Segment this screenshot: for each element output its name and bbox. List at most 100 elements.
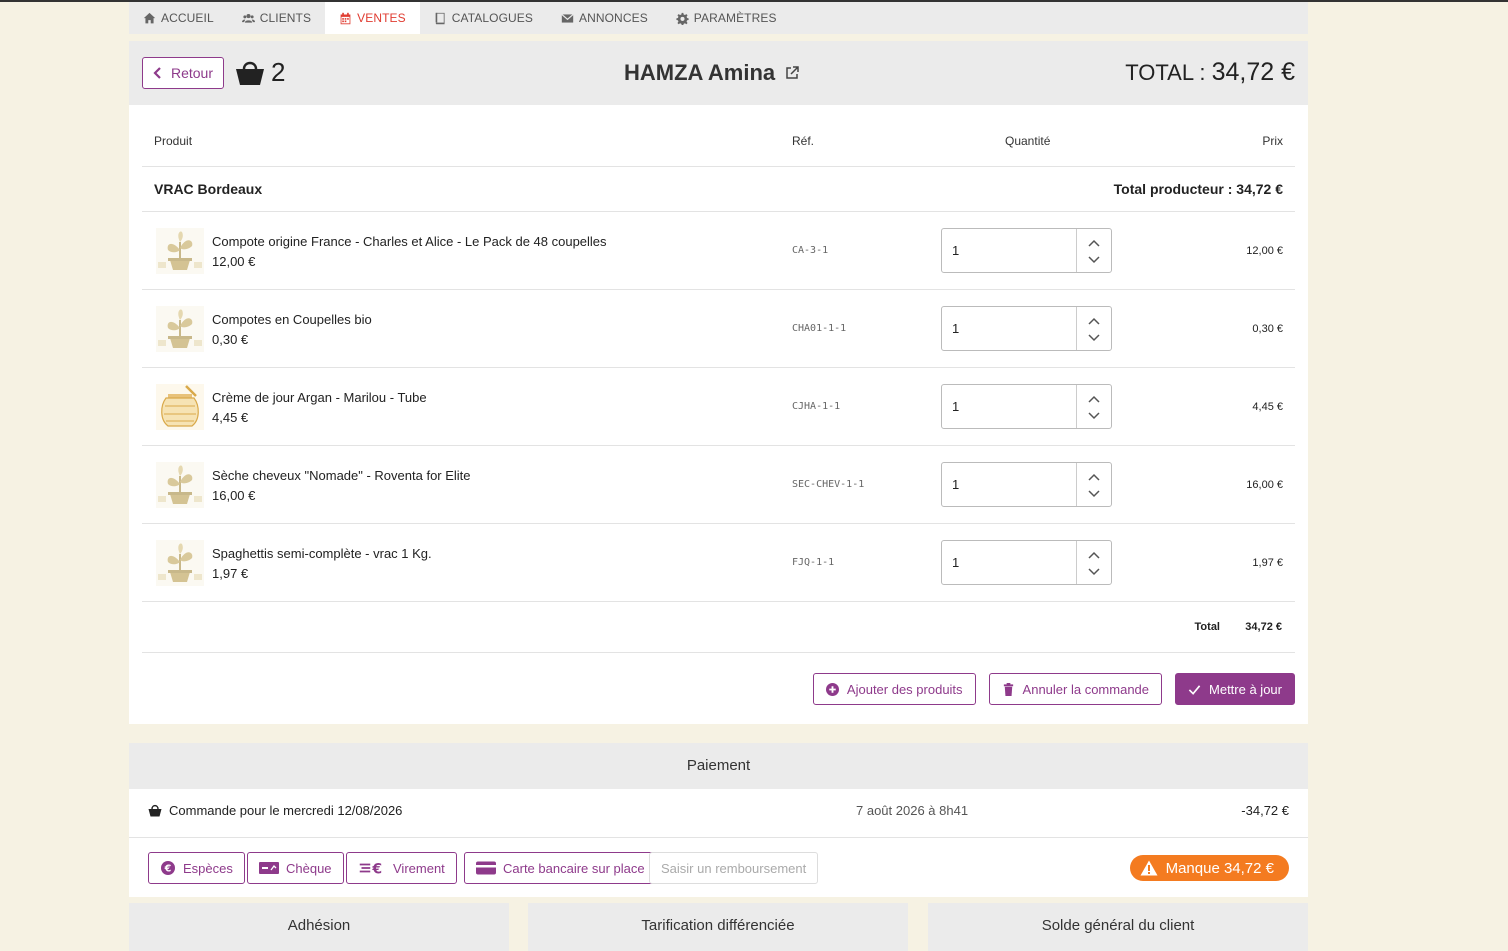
nav-annonces[interactable]: ANNONCES [547, 2, 662, 34]
product-unit-price: 0,30 € [212, 332, 249, 347]
pricing-section[interactable]: Tarification différenciée [528, 903, 908, 951]
cheque-button[interactable]: Chèque [247, 852, 344, 884]
back-button[interactable]: Retour [142, 57, 224, 89]
product-ref: FJQ-1-1 [792, 557, 835, 568]
envelope-icon [561, 13, 574, 23]
check-icon [1188, 684, 1201, 695]
product-name: Compotes en Coupelles bio [212, 312, 372, 327]
col-product: Produit [154, 134, 193, 148]
main-nav: ACCUEIL CLIENTS VENTES CATALOGUES ANNONC… [129, 2, 1308, 34]
quantity-input[interactable] [942, 541, 1077, 584]
order-actions: Ajouter des produits Annuler la commande… [812, 673, 1295, 705]
add-products-button[interactable]: Ajouter des produits [812, 673, 976, 705]
product-name: Crème de jour Argan - Marilou - Tube [212, 390, 427, 405]
nav-parametres-label: PARAMÈTRES [693, 11, 777, 25]
payment-order-amount: -34,72 € [1241, 803, 1289, 818]
order-table: Produit Réf. Quantité Prix VRAC Bordeaux… [129, 105, 1308, 724]
cancel-order-button[interactable]: Annuler la commande [988, 673, 1163, 705]
payment-order-label: Commande pour le mercredi 12/08/2026 [169, 803, 403, 818]
nav-annonces-label: ANNONCES [578, 11, 648, 25]
nav-parametres[interactable]: PARAMÈTRES [662, 2, 791, 34]
quantity-stepper [941, 462, 1112, 507]
product-ref: CJHA-1-1 [792, 401, 841, 412]
quantity-spinner [1076, 541, 1111, 584]
chevron-up-icon[interactable] [1088, 551, 1100, 559]
quantity-input[interactable] [942, 385, 1077, 428]
book-icon [435, 12, 445, 24]
payment-header: Paiement [129, 743, 1308, 789]
quantity-spinner [1076, 463, 1111, 506]
nav-clients[interactable]: CLIENTS [228, 2, 325, 34]
transfer-button[interactable]: € Virement [346, 852, 457, 884]
table-row: Crème de jour Argan - Marilou - Tube 4,45… [142, 368, 1295, 446]
card-button[interactable]: Carte bancaire sur place [464, 852, 657, 884]
product-thumbnail [156, 462, 204, 508]
membership-title: Adhésion [287, 917, 351, 934]
transfer-label: Virement [393, 860, 445, 876]
quantity-stepper [941, 306, 1112, 351]
order-total: TOTAL : 34,72 € [1125, 58, 1295, 87]
quantity-input[interactable] [942, 307, 1077, 350]
add-products-label: Ajouter des produits [846, 681, 963, 697]
col-ref: Réf. [792, 134, 815, 148]
quantity-stepper [941, 384, 1112, 429]
table-row: Compote origine France - Charles et Alic… [142, 212, 1295, 290]
card-label: Carte bancaire sur place [503, 860, 645, 876]
payment-buttons: € Espèces Chèque € Virement Carte bancai… [129, 838, 1308, 897]
trash-icon [1003, 682, 1013, 696]
product-thumbnail [156, 540, 204, 586]
refund-button[interactable]: Saisir un remboursement [649, 852, 819, 884]
payment-order-row: Commande pour le mercredi 12/08/2026 7 a… [129, 789, 1308, 838]
nav-accueil[interactable]: ACCUEIL [129, 2, 228, 34]
chevron-down-icon[interactable] [1088, 412, 1100, 420]
quantity-input[interactable] [942, 229, 1077, 272]
producer-name: VRAC Bordeaux [154, 181, 263, 197]
product-unit-price: 4,45 € [212, 410, 249, 425]
chevron-up-icon[interactable] [1088, 317, 1100, 325]
cash-button[interactable]: € Espèces [148, 852, 245, 884]
client-name-text: HAMZA Amina [624, 60, 776, 85]
nav-ventes-label: VENTES [357, 11, 406, 25]
chevron-down-icon[interactable] [1088, 334, 1100, 342]
product-price: 16,00 € [1246, 479, 1283, 491]
nav-accueil-label: ACCUEIL [161, 11, 214, 25]
product-unit-price: 16,00 € [212, 488, 256, 503]
quantity-spinner [1076, 307, 1111, 350]
quantity-stepper [941, 540, 1112, 585]
chevron-up-icon[interactable] [1088, 395, 1100, 403]
home-icon [143, 12, 156, 23]
product-thumbnail [156, 306, 204, 352]
external-link-icon[interactable] [785, 66, 799, 80]
chevron-up-icon[interactable] [1088, 239, 1100, 247]
product-thumbnail [156, 228, 204, 274]
chevron-down-icon[interactable] [1088, 256, 1100, 264]
balance-section[interactable]: Solde général du client [928, 903, 1308, 951]
chevron-down-icon[interactable] [1088, 568, 1100, 576]
chevron-down-icon[interactable] [1088, 490, 1100, 498]
missing-amount-text: Manque 34,72 € [1165, 859, 1274, 877]
plus-circle-icon [825, 682, 839, 696]
nav-ventes[interactable]: VENTES [325, 2, 420, 34]
nav-catalogues[interactable]: CATALOGUES [420, 2, 547, 34]
product-unit-price: 12,00 € [212, 254, 256, 269]
nav-clients-label: CLIENTS [259, 11, 312, 25]
table-total-row: Total 34,72 € [142, 600, 1295, 653]
cancel-order-label: Annuler la commande [1022, 681, 1150, 697]
back-button-label: Retour [170, 65, 214, 81]
client-name[interactable]: HAMZA Amina [624, 60, 799, 86]
chevron-up-icon[interactable] [1088, 473, 1100, 481]
quantity-stepper [941, 228, 1112, 273]
product-ref: SEC-CHEV-1-1 [792, 479, 865, 490]
producer-row: VRAC Bordeaux Total producteur : 34,72 € [142, 167, 1295, 212]
product-ref: CA-3-1 [792, 245, 829, 256]
missing-amount-badge: Manque 34,72 € [1129, 855, 1289, 881]
quantity-spinner [1076, 229, 1111, 272]
col-quantity: Quantité [1005, 134, 1051, 148]
table-header: Produit Réf. Quantité Prix [142, 105, 1295, 167]
membership-section[interactable]: Adhésion [129, 903, 509, 951]
order-total-label: TOTAL : [1125, 60, 1212, 85]
basket-icon [148, 804, 162, 817]
quantity-input[interactable] [942, 463, 1077, 506]
update-order-button[interactable]: Mettre à jour [1175, 673, 1295, 705]
product-price: 4,45 € [1252, 401, 1283, 413]
